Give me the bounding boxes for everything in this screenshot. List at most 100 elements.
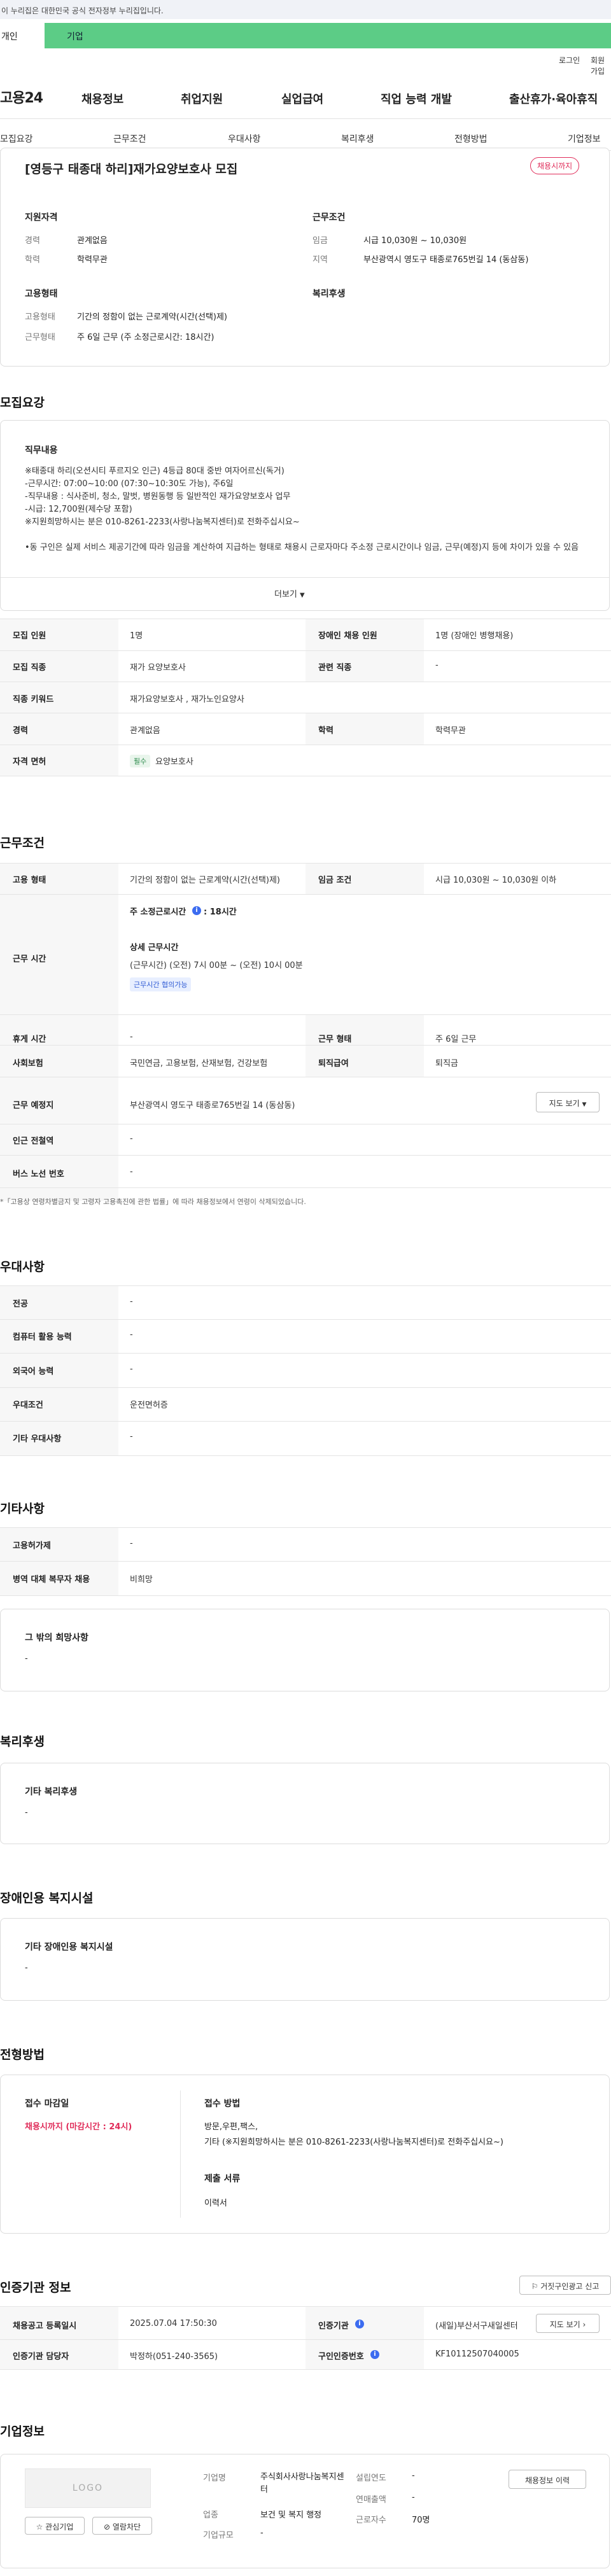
table-row-line: [0, 1045, 611, 1046]
login-link[interactable]: 로그인: [559, 55, 580, 66]
agency-map-label: 지도 보기: [549, 2320, 580, 2329]
welfare-heading: 복리후생: [313, 289, 346, 299]
th-cert-manager: 인증기관 담당자: [13, 2352, 69, 2362]
gnb-item-jobs[interactable]: 채용정보: [81, 90, 123, 107]
deadline-heading: 접수 마감일: [25, 2099, 69, 2109]
job-description-text: ※태종대 하리(오션시티 푸르지오 인근) 4등급 80대 중반 여자어르신(독…: [25, 466, 579, 552]
company-logo: LOGO: [25, 2468, 151, 2508]
tab-company[interactable]: 기업: [45, 23, 611, 48]
td-major: -: [130, 1297, 133, 1306]
more-divider: [1, 577, 609, 578]
th-career: 경력: [13, 726, 28, 736]
th-language: 외국어 능력: [13, 1367, 54, 1376]
star-icon: ☆: [36, 2523, 43, 2531]
user-type-tabs: 개인 기업: [0, 23, 611, 48]
chevron-down-icon: ▼: [582, 1102, 587, 1108]
table-row-line: [0, 1353, 611, 1354]
th-work-hours: 근무 시간: [13, 955, 46, 964]
agency-map-button[interactable]: 지도 보기 ›: [536, 2314, 600, 2333]
table-row-line: [0, 1421, 611, 1422]
info-icon[interactable]: i: [192, 906, 201, 915]
table-row-line: [0, 2339, 611, 2340]
more-button[interactable]: 더보기 ▼: [274, 587, 305, 599]
company-size-value: -: [260, 2528, 263, 2538]
th-major: 전공: [13, 1299, 28, 1309]
map-button[interactable]: 지도 보기 ▼: [536, 1092, 600, 1112]
td-education: 학력무관: [435, 726, 466, 736]
subnav-company[interactable]: 기업정보: [568, 132, 601, 145]
education-label: 학력: [25, 255, 40, 265]
subnav-selection[interactable]: 전형방법: [454, 132, 488, 145]
company-size-label: 기업규모: [203, 2531, 234, 2540]
th-headcount: 모집 인원: [13, 631, 46, 641]
weekly-hours-label: 주 소정근로시간: [130, 907, 186, 917]
hiring-history-button[interactable]: 채용정보 이력: [509, 2470, 586, 2489]
th-workplace: 근무 예정지: [13, 1101, 54, 1110]
work-type-value: 주 6일 근무 (주 소정근로시간: 18시간): [77, 333, 214, 342]
employment-type-label: 고용형태: [25, 312, 55, 322]
gnb-item-parental-leave[interactable]: 출산휴가·육아휴직: [509, 90, 598, 107]
tab-person-label: 개인: [1, 32, 18, 42]
gnb-divider: [0, 118, 611, 119]
weekly-hours-value: : 18시간: [204, 907, 237, 917]
th-computer-skill: 컴퓨터 활용 능력: [13, 1333, 72, 1342]
other-wishes-card: 그 밖의 희망사항 -: [0, 1609, 610, 1691]
employees-value: 70명: [412, 2516, 430, 2525]
th-military-substitute: 병역 대체 복무자 채용: [13, 1575, 90, 1585]
table-row-line: [0, 1155, 611, 1156]
qualification-heading: 지원자격: [25, 213, 58, 223]
td-other-preference: -: [130, 1432, 133, 1441]
th-related-job: 관련 직종: [318, 663, 352, 673]
hours-detail-value: (근무시간) (오전) 7시 00분 ~ (오전) 10시 00분: [130, 961, 303, 970]
table-row-line: [0, 1455, 611, 1456]
th-disabled-headcount: 장애인 채용 인원: [318, 631, 377, 641]
info-icon[interactable]: i: [370, 2350, 379, 2359]
site-logo[interactable]: 고용24: [0, 87, 43, 107]
table-row-line: [0, 650, 611, 651]
gnb-item-unemployment-benefit[interactable]: 실업급여: [281, 90, 323, 107]
summary-card: [영등구 태종대 하리]재가요양보호사 모집 채용시까지 지원자격 근무조건 경…: [0, 148, 610, 367]
td-related-job: -: [435, 661, 439, 670]
method-etc-value: 기타 (※지원희망하시는 분은 010-8261-2233(사랑나눔복지센터)로…: [204, 2138, 503, 2147]
td-work-form: 주 6일 근무: [435, 1035, 477, 1044]
subnav-recruit[interactable]: 모집요강: [0, 132, 33, 145]
th-education: 학력: [318, 726, 334, 736]
hours-negotiable-chip: 근무시간 협의가능: [130, 977, 192, 991]
deadline-value: 채용시까지 (마감시간 : 24시): [25, 2122, 132, 2132]
th-rest-time: 휴게 시간: [13, 1035, 46, 1044]
subnav-preference[interactable]: 우대사항: [228, 132, 261, 145]
job-description-card: 직무내용 ※태종대 하리(오션시티 푸르지오 인근) 4등급 80대 중반 여자…: [0, 420, 610, 611]
table-row-line: [0, 1595, 611, 1596]
subnav-conditions[interactable]: 근무조건: [113, 132, 146, 145]
employees-label: 근로자수: [356, 2516, 386, 2525]
work-type-label: 근무형태: [25, 333, 55, 342]
company-name-label: 기업명: [203, 2474, 226, 2483]
welfare-sub-heading: 기타 복리후생: [25, 1787, 78, 1797]
recruit-section-title: 모집요강: [0, 396, 45, 410]
welfare-card: 기타 복리후생 -: [0, 1763, 610, 1844]
td-cert-agency: (새일)부산서구새일센터: [435, 2321, 518, 2331]
disability-section-title: 장애인용 복지시설: [0, 1891, 94, 1905]
report-fake-ad-button[interactable]: ⚐ 거짓구인광고 신고: [519, 2276, 611, 2295]
table-row-line: [0, 2369, 611, 2370]
table-row-line: [0, 1319, 611, 1320]
th-license: 자격 면허: [13, 757, 46, 767]
td-severance: 퇴직금: [435, 1059, 458, 1068]
subnav-welfare[interactable]: 복리후생: [341, 132, 374, 145]
method-heading: 접수 방법: [204, 2099, 241, 2109]
table-row-line: [0, 1387, 611, 1388]
tab-person[interactable]: 개인: [0, 23, 45, 48]
th-employment-type: 고용 형태: [13, 876, 46, 885]
report-fake-ad-label: 거짓구인광고 신고: [540, 2282, 600, 2291]
td-workplace: 부산광역시 영도구 태종로765번길 14 (동삼동): [130, 1101, 295, 1110]
company-name-value: 주식회사사랑나눔복지센터: [260, 2472, 344, 2495]
join-link[interactable]: 회원가입: [591, 55, 611, 76]
gnb-item-vocational-training[interactable]: 직업 능력 개발: [381, 90, 452, 107]
info-icon[interactable]: i: [355, 2320, 364, 2328]
interest-company-button[interactable]: ☆ 관심기업: [25, 2517, 85, 2535]
job-title: [영등구 태종대 하리]재가요양보호사 모집: [25, 162, 238, 176]
block-view-button[interactable]: ⊘ 열람차단: [92, 2517, 152, 2535]
conditions-section-title: 근무조건: [0, 836, 45, 850]
gnb-item-employment-support[interactable]: 취업지원: [181, 90, 223, 107]
career-value: 관계없음: [77, 236, 108, 246]
